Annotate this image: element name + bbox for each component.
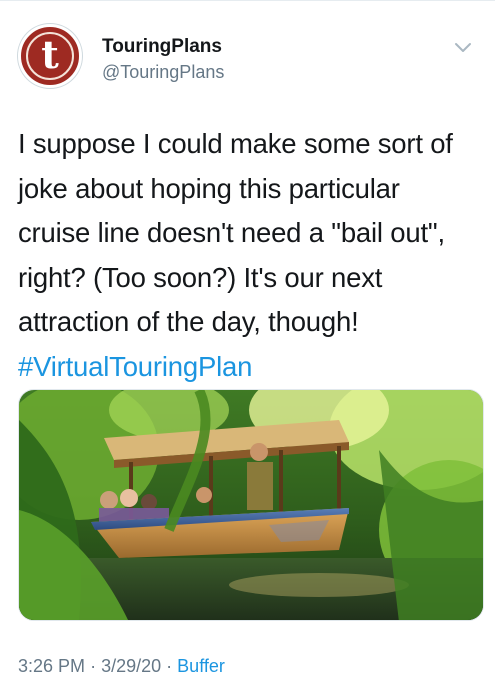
meta-separator: · <box>90 656 97 676</box>
tweet-meta: 3:26 PM · 3/29/20 · Buffer <box>18 655 225 677</box>
tweet-text: I suppose I could make some sort of joke… <box>18 122 483 389</box>
avatar-letter: t <box>41 32 59 77</box>
meta-separator: · <box>166 656 173 676</box>
tweet-text-line: cruise line doesn't need a "bail out", <box>18 217 445 248</box>
avatar[interactable]: t <box>18 24 82 88</box>
tweet-photo[interactable] <box>18 389 484 621</box>
tweet-date[interactable]: 3/29/20 <box>101 656 161 676</box>
jungle-cruise-photo <box>19 390 483 620</box>
source-link[interactable]: Buffer <box>177 656 225 676</box>
tweet-text-line: I suppose I could make some sort of <box>18 128 453 159</box>
tweet-time[interactable]: 3:26 PM <box>18 656 85 676</box>
display-name[interactable]: TouringPlans <box>102 36 224 58</box>
tweet-text-line: joke about hoping this particular <box>18 172 400 204</box>
author-names: TouringPlans @TouringPlans <box>102 36 224 84</box>
user-handle[interactable]: @TouringPlans <box>102 60 224 84</box>
tweet-header: t TouringPlans @TouringPlans <box>18 24 478 94</box>
tweet-text-line: attraction of the day, though! <box>18 306 359 337</box>
top-divider <box>0 0 495 1</box>
hashtag-link[interactable]: #VirtualTouringPlan <box>18 345 483 390</box>
chevron-down-icon[interactable] <box>454 42 472 54</box>
tweet-text-line: right? (Too soon?) It's our next <box>18 261 383 293</box>
